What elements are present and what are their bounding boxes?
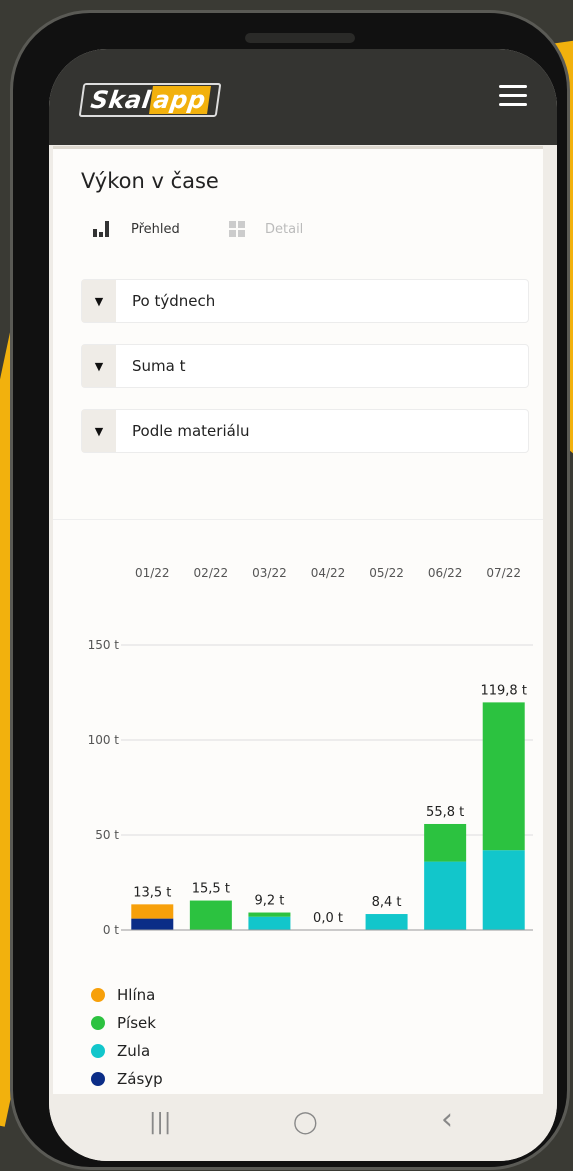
period-select[interactable]: ▼ Po týdnech bbox=[81, 279, 529, 323]
phone-frame: Skalapp Výkon v čase Přehled Detail ▼ Po… bbox=[10, 10, 570, 1170]
x-tick-label: 03/22 bbox=[252, 566, 287, 580]
grid-icon bbox=[229, 221, 245, 237]
y-tick-label: 50 t bbox=[95, 828, 119, 842]
x-tick-label: 02/22 bbox=[194, 566, 229, 580]
hamburger-menu-icon[interactable] bbox=[499, 85, 527, 107]
grouping-select[interactable]: ▼ Podle materiálu bbox=[81, 409, 529, 453]
metric-select[interactable]: ▼ Suma t bbox=[81, 344, 529, 388]
period-select-value: Po týdnech bbox=[132, 292, 216, 310]
home-icon[interactable]: ◯ bbox=[293, 1110, 318, 1135]
chart-legend: Hlína Písek Zula Zásyp bbox=[91, 981, 163, 1093]
bar-segment bbox=[189, 900, 232, 930]
bar-segment bbox=[248, 912, 291, 917]
x-tick-label: 01/22 bbox=[135, 566, 170, 580]
metric-select-value: Suma t bbox=[132, 357, 186, 375]
x-tick-label: 04/22 bbox=[311, 566, 346, 580]
tab-overview-label: Přehled bbox=[131, 221, 180, 237]
bar-segment bbox=[482, 702, 525, 851]
android-nav-bar: ||| ◯ ‹ bbox=[49, 1094, 557, 1161]
bar-chart-icon bbox=[93, 221, 111, 237]
legend-item[interactable]: Zásyp bbox=[91, 1065, 163, 1093]
app-header: Skalapp bbox=[49, 49, 557, 145]
legend-item[interactable]: Hlína bbox=[91, 981, 163, 1009]
x-tick-label: 07/22 bbox=[486, 566, 521, 580]
legend-label: Hlína bbox=[117, 986, 156, 1004]
page-title: Výkon v čase bbox=[81, 169, 219, 193]
data-label: 8,4 t bbox=[372, 895, 402, 910]
data-label: 15,5 t bbox=[192, 882, 230, 897]
back-icon[interactable]: ‹ bbox=[441, 1102, 453, 1137]
bar-segment bbox=[131, 918, 174, 930]
phone-speaker bbox=[245, 33, 355, 43]
legend-item[interactable]: Zula bbox=[91, 1037, 163, 1065]
data-label: 13,5 t bbox=[133, 885, 171, 900]
legend-label: Zásyp bbox=[117, 1070, 163, 1088]
phone-screen: Skalapp Výkon v čase Přehled Detail ▼ Po… bbox=[49, 49, 557, 1161]
y-tick-label: 0 t bbox=[103, 923, 119, 937]
legend-dot-icon bbox=[91, 1016, 105, 1030]
y-tick-label: 100 t bbox=[88, 733, 120, 747]
tab-overview[interactable]: Přehled bbox=[93, 221, 180, 237]
bar-segment bbox=[424, 861, 467, 930]
bar-segment bbox=[131, 904, 174, 919]
logo-text-skal: Skal bbox=[89, 86, 153, 114]
data-label: 55,8 t bbox=[426, 805, 464, 820]
bar-segment bbox=[248, 916, 291, 930]
data-label: 0,0 t bbox=[313, 911, 343, 926]
legend-dot-icon bbox=[91, 1044, 105, 1058]
logo-text-app: app bbox=[148, 86, 211, 114]
dropdown-arrow-icon: ▼ bbox=[82, 410, 116, 452]
bar-segment bbox=[482, 850, 525, 930]
data-label: 9,2 t bbox=[254, 894, 284, 909]
y-tick-label: 150 t bbox=[88, 638, 120, 652]
dropdown-arrow-icon: ▼ bbox=[82, 280, 116, 322]
app-logo[interactable]: Skalapp bbox=[78, 83, 222, 117]
tab-detail-label: Detail bbox=[265, 221, 304, 237]
x-tick-label: 06/22 bbox=[428, 566, 463, 580]
data-label: 119,8 t bbox=[480, 683, 526, 698]
performance-card: Výkon v čase Přehled Detail ▼ Po týdnech bbox=[53, 146, 543, 1097]
x-tick-label: 05/22 bbox=[369, 566, 404, 580]
grouping-select-value: Podle materiálu bbox=[132, 422, 250, 440]
legend-label: Písek bbox=[117, 1014, 156, 1032]
legend-dot-icon bbox=[91, 988, 105, 1002]
legend-dot-icon bbox=[91, 1072, 105, 1086]
divider bbox=[53, 519, 543, 520]
legend-label: Zula bbox=[117, 1042, 151, 1060]
dropdown-arrow-icon: ▼ bbox=[82, 345, 116, 387]
bar-segment bbox=[424, 823, 467, 862]
bar-segment bbox=[365, 914, 408, 930]
tab-detail[interactable]: Detail bbox=[229, 221, 303, 237]
legend-item[interactable]: Písek bbox=[91, 1009, 163, 1037]
recent-apps-icon[interactable]: ||| bbox=[149, 1110, 171, 1135]
